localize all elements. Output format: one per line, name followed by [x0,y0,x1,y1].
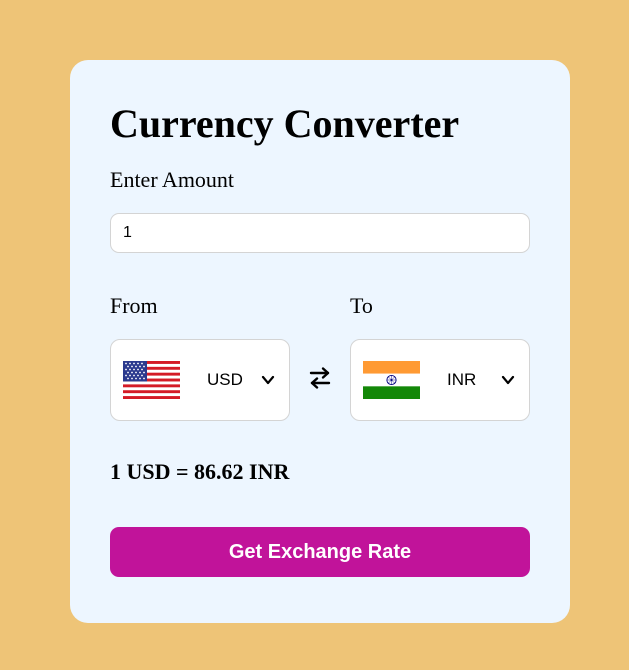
converter-card: Currency Converter Enter Amount From To [70,60,570,623]
chevron-down-icon [261,375,275,385]
exchange-rate-result: 1 USD = 86.62 INR [110,459,290,484]
to-label: To [350,293,373,318]
from-label: From [110,293,158,318]
from-currency-code: USD [207,370,243,389]
to-currency-select[interactable]: INR [350,339,530,421]
page-title: Currency Converter [110,101,460,146]
get-exchange-rate-button[interactable]: Get Exchange Rate [110,527,530,577]
us-flag-icon [123,361,180,399]
amount-label: Enter Amount [110,167,235,192]
chevron-down-icon [501,375,515,385]
swap-arrows-icon[interactable] [307,365,333,391]
india-flag-icon [363,361,420,399]
to-currency-code: INR [447,370,477,389]
from-currency-select[interactable]: USD [110,339,290,421]
amount-input[interactable] [110,213,530,253]
